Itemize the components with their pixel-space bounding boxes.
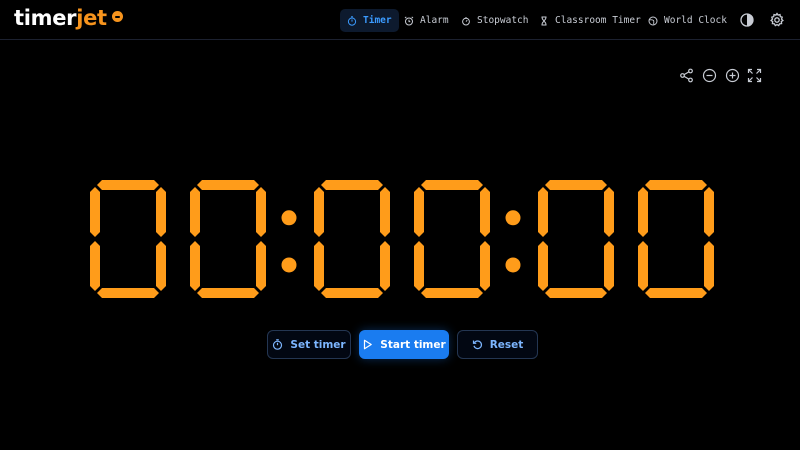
- digit-segment: [604, 187, 614, 237]
- brand-name-part1: timer: [14, 6, 77, 30]
- top-header: timerjet Timer Alarm Stopwatch Classroom…: [0, 0, 800, 40]
- digit-segment: [704, 241, 714, 291]
- brand-name-part2: jet: [76, 6, 107, 30]
- digit-segment: [190, 187, 200, 237]
- start-timer-button[interactable]: Start timer: [359, 330, 449, 359]
- nav-label: World Clock: [664, 15, 727, 26]
- digit-segment: [414, 241, 424, 291]
- nav-item-timer[interactable]: Timer: [340, 9, 399, 32]
- digit-segment: [90, 241, 100, 291]
- digit-segment: [545, 288, 607, 298]
- digit-segment: [538, 241, 548, 291]
- digit-segment: [197, 288, 259, 298]
- timer-digit: [538, 180, 614, 298]
- start-timer-label: Start timer: [380, 338, 446, 351]
- timer-digit: [414, 180, 490, 298]
- reset-button[interactable]: Reset: [457, 330, 538, 359]
- digit-segment: [638, 187, 648, 237]
- set-timer-button[interactable]: Set timer: [267, 330, 351, 359]
- digit-segment: [314, 187, 324, 237]
- theme-toggle-icon[interactable]: [739, 12, 755, 28]
- timer-digit: [90, 180, 166, 298]
- digit-segment: [538, 187, 548, 237]
- reset-label: Reset: [489, 338, 524, 351]
- set-timer-label: Set timer: [290, 338, 346, 351]
- fullscreen-icon[interactable]: [747, 68, 762, 83]
- nav-item-classroom-timer[interactable]: Classroom Timer: [532, 9, 648, 32]
- digit-segment: [256, 187, 266, 237]
- nav-item-alarm[interactable]: Alarm: [397, 9, 456, 32]
- nav-label: Stopwatch: [477, 15, 529, 26]
- alarm-clock-icon: [404, 16, 414, 26]
- play-icon: [362, 339, 373, 350]
- reset-icon: [472, 339, 483, 350]
- digit-segment: [156, 187, 166, 237]
- digit-segment: [97, 180, 159, 190]
- digit-segment: [421, 288, 483, 298]
- digit-segment: [97, 288, 159, 298]
- colon-dot: [505, 257, 521, 273]
- digit-segment: [480, 187, 490, 237]
- digit-segment: [197, 180, 259, 190]
- hourglass-icon: [539, 16, 549, 26]
- brand-badge-icon: [112, 11, 123, 22]
- digit-segment: [414, 187, 424, 237]
- colon-dot: [281, 210, 297, 226]
- timer-digit: [638, 180, 714, 298]
- settings-gear-icon[interactable]: [769, 12, 785, 28]
- digit-segment: [645, 288, 707, 298]
- nav-item-world-clock[interactable]: World Clock: [641, 9, 734, 32]
- nav-item-stopwatch[interactable]: Stopwatch: [454, 9, 535, 32]
- digit-segment: [190, 241, 200, 291]
- digit-segment: [380, 241, 390, 291]
- digit-segment: [90, 187, 100, 237]
- digit-segment: [421, 180, 483, 190]
- digit-segment: [314, 241, 324, 291]
- digit-segment: [604, 241, 614, 291]
- colon-dot: [281, 257, 297, 273]
- zoom-out-icon[interactable]: [702, 68, 717, 83]
- nav-label: Timer: [363, 15, 392, 26]
- digit-segment: [321, 288, 383, 298]
- timer-digit: [314, 180, 390, 298]
- digit-segment: [638, 241, 648, 291]
- digit-segment: [156, 241, 166, 291]
- digit-segment: [380, 187, 390, 237]
- digit-segment: [480, 241, 490, 291]
- stopwatch-icon: [461, 16, 471, 26]
- digit-segment: [545, 180, 607, 190]
- share-icon[interactable]: [679, 68, 694, 83]
- brand-logo[interactable]: timerjet: [14, 5, 107, 31]
- timer-digit: [190, 180, 266, 298]
- colon-dot: [505, 210, 521, 226]
- zoom-in-icon[interactable]: [725, 68, 740, 83]
- nav-label: Classroom Timer: [555, 15, 641, 26]
- digit-segment: [256, 241, 266, 291]
- stopwatch-icon: [272, 339, 283, 350]
- digit-segment: [645, 180, 707, 190]
- digit-segment: [321, 180, 383, 190]
- digit-segment: [704, 187, 714, 237]
- nav-label: Alarm: [420, 15, 449, 26]
- globe-icon: [648, 16, 658, 26]
- stopwatch-icon: [347, 15, 357, 26]
